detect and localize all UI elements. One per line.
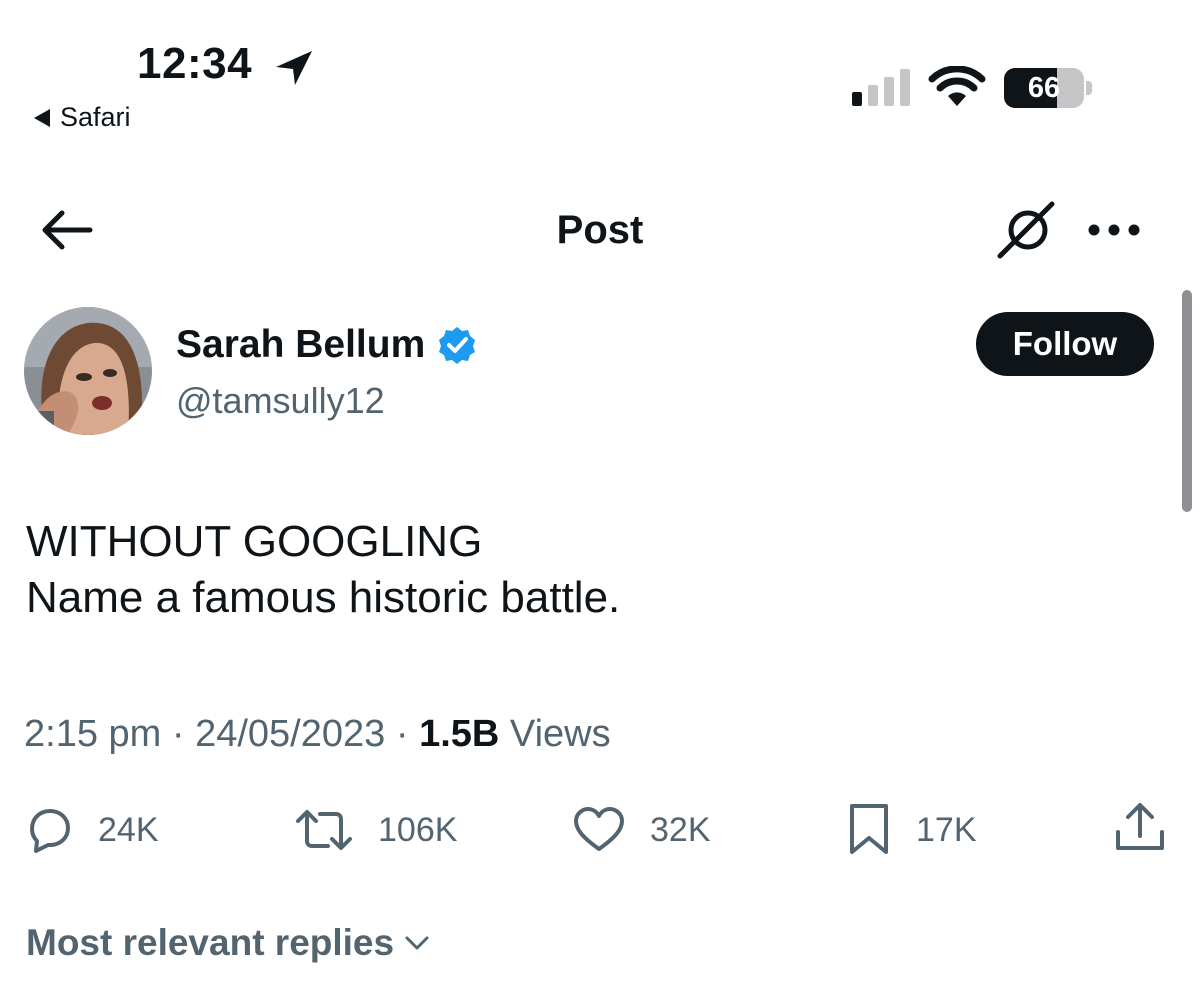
back-triangle-icon — [34, 108, 50, 127]
views-label[interactable]: Views — [510, 713, 611, 755]
reply-button[interactable]: 24K — [24, 802, 159, 858]
back-to-safari[interactable]: Safari — [34, 104, 131, 131]
follow-button[interactable]: Follow — [976, 312, 1154, 376]
avatar-image — [24, 307, 152, 435]
replies-sort-dropdown[interactable]: Most relevant replies — [26, 918, 430, 968]
like-icon — [574, 807, 624, 851]
repost-count: 106K — [378, 810, 458, 849]
reply-icon — [30, 809, 70, 853]
repost-icon — [296, 810, 352, 850]
reply-count: 24K — [98, 810, 159, 849]
battery-percent: 66 — [1027, 72, 1061, 104]
scrollbar[interactable] — [1182, 290, 1192, 512]
user-handle[interactable]: @tamsully12 — [176, 378, 385, 424]
verified-badge-icon — [439, 327, 476, 364]
chevron-down-icon — [405, 936, 429, 950]
like-button[interactable]: 32K — [572, 802, 711, 858]
battery-icon: 66 — [1004, 68, 1096, 108]
wifi-icon — [928, 66, 986, 106]
battery-nub — [1086, 81, 1092, 95]
bookmark-button[interactable]: 17K — [846, 802, 977, 858]
tweet-line-1: WITHOUT GOOGLING — [26, 517, 483, 566]
tweet-date[interactable]: 24/05/2023 — [195, 713, 385, 755]
share-icon[interactable] — [1112, 800, 1168, 856]
tweet-meta: 2:15 pm · 24/05/2023 · 1.5B Views — [24, 710, 611, 758]
bookmark-icon — [850, 804, 888, 854]
tweet-time[interactable]: 2:15 pm — [24, 713, 161, 755]
display-name[interactable]: Sarah Bellum — [176, 322, 477, 368]
repost-button[interactable]: 106K — [294, 802, 457, 858]
views-count[interactable]: 1.5B — [419, 713, 499, 755]
grok-icon[interactable] — [994, 200, 1058, 260]
status-time: 12:34 — [137, 39, 253, 88]
meta-separator: · — [171, 713, 185, 755]
tweet-line-2: Name a famous historic battle. — [26, 573, 621, 622]
tweet-text: WITHOUT GOOGLING Name a famous historic … — [26, 514, 620, 626]
back-app-label: Safari — [60, 102, 131, 132]
avatar[interactable] — [24, 307, 152, 435]
meta-separator: · — [395, 713, 409, 755]
bookmark-count: 17K — [916, 810, 977, 849]
replies-sort-label: Most relevant replies — [26, 922, 395, 963]
like-count: 32K — [650, 810, 711, 849]
display-name-text: Sarah Bellum — [176, 323, 426, 366]
location-arrow-icon — [276, 51, 312, 85]
cellular-signal-icon — [852, 69, 910, 106]
more-icon[interactable] — [1087, 219, 1141, 241]
